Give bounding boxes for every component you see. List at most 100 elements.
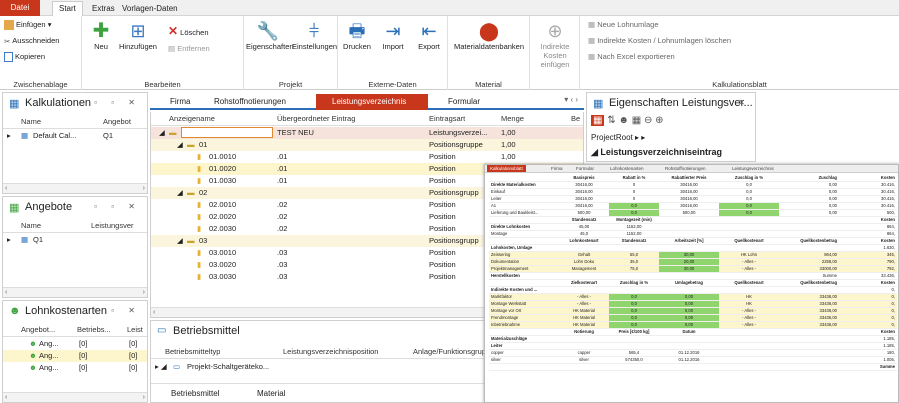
category-icon[interactable]: ▦ (591, 115, 605, 126)
tab-formular[interactable]: Formular (432, 94, 480, 110)
report-cell (719, 216, 779, 224)
report-tab[interactable]: Leistungsverzeichnis (729, 165, 777, 172)
new-button[interactable]: ✚ Neu (88, 20, 114, 51)
col-header[interactable]: Angebot... (21, 323, 55, 337)
panel-controls[interactable]: ▫ ▫ ✕ (94, 98, 141, 107)
report-row: Standensatz Montagezeit (min) Kosten (489, 216, 897, 224)
tab-material[interactable]: Material (241, 386, 285, 402)
panel-controls[interactable]: ▫ ✕ (721, 98, 751, 107)
col-header[interactable]: Angebot (103, 115, 131, 129)
breadcrumb-root[interactable]: ProjectRoot (591, 133, 633, 142)
col-header[interactable]: Leistungsver (91, 219, 134, 233)
angebote-panel: Angebote ▦ ▫ ▫ ✕ Name Leistungsver ▸ ▦ Q… (2, 196, 148, 298)
cell-qty: 1,00 (501, 140, 516, 149)
report-cell (489, 237, 559, 245)
col-header[interactable]: Eintragsart (429, 112, 465, 126)
report-tab[interactable]: Lohnkostenarten (607, 165, 647, 172)
indirect-costs-button[interactable]: ⊕ Indirekte Kosten einfügen (532, 20, 578, 69)
tab-start[interactable]: Start (52, 1, 83, 16)
report-tab[interactable]: Firma (548, 165, 566, 172)
name-edit-field[interactable] (181, 127, 273, 138)
report-cell: 1.185, (839, 342, 897, 350)
col-header[interactable]: Name (21, 115, 41, 129)
scrollbar[interactable]: ‹ › (3, 183, 147, 193)
forward-icon[interactable]: ⊕ (655, 115, 663, 126)
col-header[interactable]: Leist (127, 323, 143, 337)
sort-icon[interactable]: ⇅ (607, 115, 615, 126)
tab-overflow-icon[interactable]: ▾ ‹ › (564, 95, 578, 104)
col-header[interactable]: Name (21, 219, 41, 233)
report-cell (719, 349, 779, 357)
expand-icon[interactable]: ▸ (7, 234, 11, 246)
col-header[interactable]: Anzeigename (169, 112, 215, 126)
breadcrumb[interactable]: ProjectRoot ▸ ▸ (591, 133, 645, 142)
delete-button[interactable]: ✕ Löschen (168, 24, 209, 38)
panel-controls[interactable]: ▫ ▫ ✕ (94, 306, 141, 315)
table-row[interactable]: ☻ Ang... [0] [0] (3, 362, 147, 374)
print-button[interactable]: 🖶 Drucken (340, 20, 374, 51)
collapse-icon[interactable]: ◢ (177, 139, 183, 151)
table-cell: [0] (79, 351, 88, 360)
collapse-icon[interactable]: ◢ (177, 187, 183, 199)
tab-vorlagen[interactable]: Vorlagen-Daten (116, 2, 184, 15)
col-header[interactable]: Übergeordneter Eintrag (277, 112, 355, 126)
expand-icon[interactable]: ▸ (7, 130, 11, 142)
import-button[interactable]: ⇥ Import (376, 20, 410, 51)
cut-button[interactable]: ✂ Ausschneiden (4, 36, 59, 46)
table-row[interactable]: ☻ Ang... [0] [0] (3, 350, 147, 362)
report-tab[interactable]: Rohstoffnotierungen (662, 165, 708, 172)
person-icon[interactable]: ☻ (618, 115, 629, 126)
report-cell (779, 335, 839, 343)
tab-betriebsmittel[interactable]: Betriebsmittel (155, 386, 219, 402)
list-item[interactable]: ▸ ▦ Default Cal... Q1 (3, 130, 147, 142)
cell-type: Position (429, 272, 456, 281)
collapse-icon[interactable]: ◢ (177, 235, 183, 247)
col-header[interactable]: Anlage/Funktionsgrupp (413, 345, 490, 359)
tab-file[interactable]: Datei (0, 0, 40, 16)
table-row[interactable]: ◢ ▬ TEST NEU Leistungsverzei... 1,00 (151, 127, 583, 139)
tab-label: Material (257, 389, 286, 398)
col-header[interactable]: Leistungsverzeichnisposition (283, 345, 378, 359)
material-db-button[interactable]: ⬤ Materialdatenbanken (450, 20, 528, 51)
excel-export-button[interactable]: ▦ Nach Excel exportieren (588, 52, 675, 61)
report-tab[interactable]: Kalkulationsblatt (487, 165, 526, 172)
panel-controls[interactable]: ▫ ▫ ✕ (94, 202, 141, 211)
copy-button[interactable]: Kopieren (4, 52, 45, 63)
report-cell (719, 363, 779, 371)
report-cell (659, 244, 719, 252)
add-button[interactable]: ⊞ Hinzufügen (118, 20, 158, 51)
col-header[interactable]: Betriebsmitteltyp (165, 345, 220, 359)
tab-firma[interactable]: Firma (154, 94, 190, 110)
report-cell: 790, (839, 258, 897, 266)
people-icon: ☻ (29, 363, 37, 372)
table-row[interactable]: ☻ Ang... [0] [0] (3, 338, 147, 350)
col-header[interactable]: Menge (501, 112, 524, 126)
remove-button[interactable]: ▤ Entfernen (168, 44, 210, 53)
list-item[interactable]: ▸ ▦ Q1 (3, 234, 147, 246)
export-button[interactable]: ⇤ Export (412, 20, 446, 51)
settings-button[interactable]: ⫩ Einstellungen (292, 20, 337, 51)
col-header[interactable]: Be (571, 112, 580, 126)
delete-indirect-button[interactable]: ▦ Indirekte Kosten / Lohnumlagen löschen (588, 36, 731, 45)
section-header[interactable]: ◢ Leistungsverzeichniseintrag (591, 147, 722, 158)
report-tab[interactable]: Formular (573, 165, 597, 172)
col-header[interactable]: Betriebs... (77, 323, 111, 337)
back-icon[interactable]: ⊖ (644, 115, 652, 126)
table-row[interactable]: ◢ ▬ 01 Positionsgruppe 1,00 (151, 139, 583, 151)
expand-icon[interactable]: ▸ ◢ (155, 361, 167, 373)
table-row[interactable]: ▮ 01.0010 .01 Position 1,00 (151, 151, 583, 163)
scrollbar[interactable]: ‹ › (3, 287, 147, 297)
properties-button[interactable]: 🔧 Eigenschaften (246, 20, 294, 51)
grid-icon[interactable]: ▦ (632, 115, 641, 126)
paste-button[interactable]: Einfügen ▾ (4, 20, 51, 31)
report-row: Direkte Materialkosten 30416,00 0 30416,00 0… (489, 181, 897, 189)
collapse-icon[interactable]: ◢ (159, 127, 165, 139)
new-wage-button[interactable]: ▦ Neue Lohnumlage (588, 20, 658, 29)
report-cell: 0, (839, 293, 897, 301)
scrollbar[interactable]: ‹ › (3, 392, 147, 402)
report-cell: HK Material (559, 314, 609, 322)
report-cell: 0,0 (609, 307, 659, 315)
tab-leistungsverzeichnis[interactable]: Leistungsverzeichnis (316, 94, 428, 110)
import-icon: ⇥ (385, 21, 401, 41)
tab-rohstoff[interactable]: Rohstoffnotierungen (198, 94, 286, 110)
